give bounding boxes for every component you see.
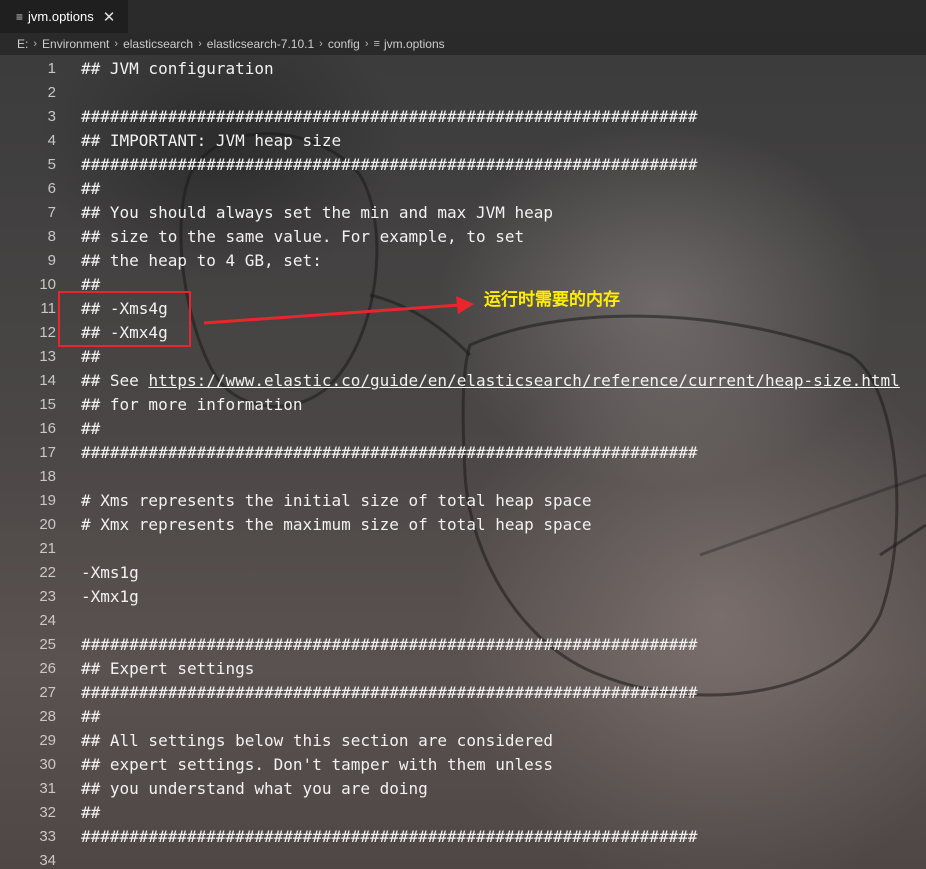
tab-jvm-options[interactable]: ≡ jvm.options ✕ [0, 0, 128, 33]
chevron-right-icon: › [33, 38, 38, 50]
breadcrumb-item-config[interactable]: config [328, 37, 360, 51]
code-editor[interactable]: 1 ## JVM configuration 2 3 #################… [0, 55, 926, 869]
breadcrumb-item-elasticsearch[interactable]: elasticsearch [123, 37, 193, 51]
chevron-right-icon: › [319, 38, 323, 50]
breadcrumb: E: › Environment › elasticsearch › elast… [0, 33, 926, 55]
tab-title: jvm.options [28, 9, 94, 24]
breadcrumb-item-version[interactable]: elasticsearch-7.10.1 [207, 37, 314, 51]
lines-file-icon: ≡ [16, 9, 24, 24]
lines-file-icon: ≡ [373, 38, 380, 50]
breadcrumb-item-drive[interactable]: E: [17, 37, 28, 51]
tab-bar: ≡ jvm.options ✕ [0, 0, 926, 33]
chevron-right-icon: › [198, 38, 202, 50]
chevron-right-icon: › [114, 38, 119, 50]
annotation-text: 运行时需要的内存 [484, 290, 620, 310]
close-icon[interactable]: ✕ [103, 8, 116, 26]
arrow-icon [203, 296, 474, 325]
breadcrumb-item-file[interactable]: jvm.options [384, 37, 445, 51]
breadcrumb-item-environment[interactable]: Environment [42, 37, 109, 51]
chevron-right-icon: › [364, 38, 369, 50]
